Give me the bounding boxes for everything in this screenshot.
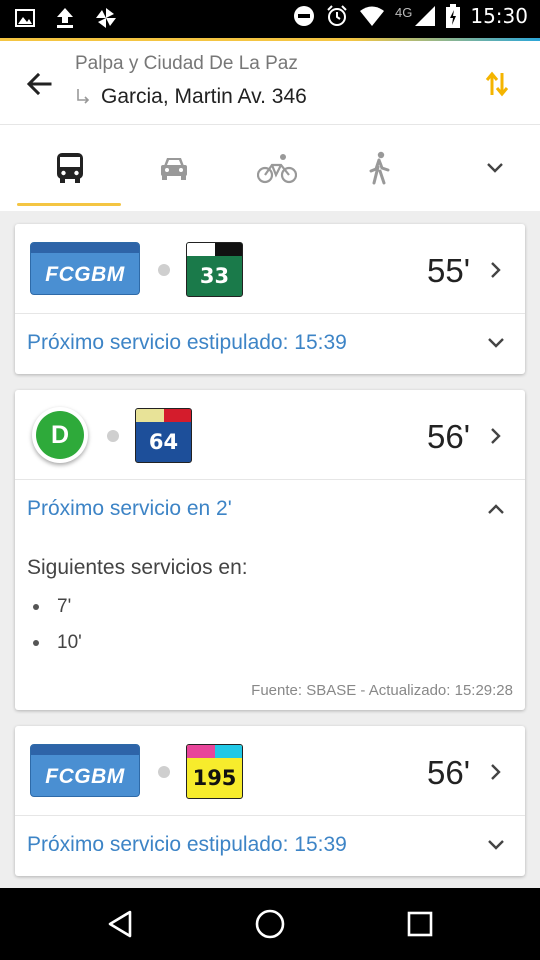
data-source-note: Fuente: SBASE - Actualizado: 15:29:28 xyxy=(251,682,513,699)
expand-icon[interactable] xyxy=(485,836,507,854)
tab-bike[interactable] xyxy=(252,143,302,193)
separator-dot xyxy=(107,430,119,442)
line-logo: FCGBM xyxy=(30,744,140,797)
list-item: 10' xyxy=(33,632,82,654)
swap-icon[interactable] xyxy=(484,71,510,97)
next-service-text: Próximo servicio estipulado: 15:39 xyxy=(27,833,347,856)
arrival-summary[interactable]: FCGBM 33 55' xyxy=(15,224,525,314)
collapse-icon[interactable] xyxy=(485,500,507,518)
separator-dot xyxy=(158,766,170,778)
eta-value: 56' xyxy=(426,418,470,455)
dnd-icon xyxy=(294,6,315,26)
alarm-icon xyxy=(327,5,347,26)
route-header: Palpa y Ciudad De La Paz Garcia, Martin … xyxy=(0,41,540,125)
chevron-down-icon xyxy=(487,163,503,173)
next-service-row[interactable]: Próximo servicio en 2' xyxy=(15,480,525,540)
route-badge: 64 xyxy=(135,408,192,463)
more-modes-dropdown[interactable] xyxy=(470,143,520,193)
bike-icon xyxy=(257,154,297,184)
tab-bus[interactable] xyxy=(45,143,95,193)
active-tab-indicator xyxy=(17,203,121,206)
car-icon xyxy=(161,158,187,180)
arrival-card: FCGBM 195 56' Próximo servicio estipulad… xyxy=(15,726,525,876)
eta-value: 56' xyxy=(426,754,470,791)
arrival-summary[interactable]: FCGBM 195 56' xyxy=(15,726,525,816)
clock: 15:30 xyxy=(470,4,528,28)
origin-text[interactable]: Palpa y Ciudad De La Paz xyxy=(75,53,298,75)
system-nav-bar xyxy=(0,888,540,960)
pinwheel-icon xyxy=(96,8,116,28)
chevron-right-icon[interactable] xyxy=(487,426,505,446)
transport-mode-tabs xyxy=(0,125,540,211)
nav-back-icon[interactable] xyxy=(102,906,138,942)
list-item: 7' xyxy=(33,596,71,618)
line-logo: FCGBM xyxy=(30,242,140,295)
destination-text: Garcia, Martin Av. 346 xyxy=(101,85,307,108)
next-service-row[interactable]: Próximo servicio estipulado: 15:39 xyxy=(15,314,525,374)
status-bar: 4G 15:30 xyxy=(0,0,540,38)
route-badge: 33 xyxy=(186,242,243,297)
chevron-right-icon[interactable] xyxy=(487,762,505,782)
arrival-card: FCGBM 33 55' Próximo servicio estipulado… xyxy=(15,224,525,374)
arrival-summary[interactable]: D 64 56' xyxy=(15,390,525,480)
next-service-text: Próximo servicio estipulado: 15:39 xyxy=(27,331,347,354)
image-icon xyxy=(15,9,35,27)
arrival-card: D 64 56' Próximo servicio en 2' Siguient… xyxy=(15,390,525,710)
wifi-icon xyxy=(360,6,385,26)
nav-recents-icon[interactable] xyxy=(402,906,438,942)
network-type: 4G xyxy=(395,4,413,20)
tab-car[interactable] xyxy=(149,143,199,193)
chevron-right-icon[interactable] xyxy=(487,260,505,280)
signal-icon xyxy=(415,6,436,26)
next-service-text: Próximo servicio en 2' xyxy=(27,497,232,520)
route-badge: 195 xyxy=(186,744,243,799)
back-arrow-icon[interactable] xyxy=(22,67,56,101)
turn-arrow-icon xyxy=(77,89,90,104)
walk-icon xyxy=(369,151,390,185)
line-badge: D xyxy=(32,407,88,463)
next-service-row[interactable]: Próximo servicio estipulado: 15:39 xyxy=(15,816,525,876)
battery-icon xyxy=(446,4,461,28)
separator-dot xyxy=(158,264,170,276)
destination-row[interactable]: Garcia, Martin Av. 346 xyxy=(75,85,307,109)
bus-icon xyxy=(57,153,83,183)
expand-icon[interactable] xyxy=(485,334,507,352)
eta-value: 55' xyxy=(426,252,470,289)
following-services-title: Siguientes servicios en: xyxy=(27,556,248,579)
tab-walk[interactable] xyxy=(355,143,405,193)
nav-home-icon[interactable] xyxy=(252,906,288,942)
upload-icon xyxy=(57,8,73,28)
